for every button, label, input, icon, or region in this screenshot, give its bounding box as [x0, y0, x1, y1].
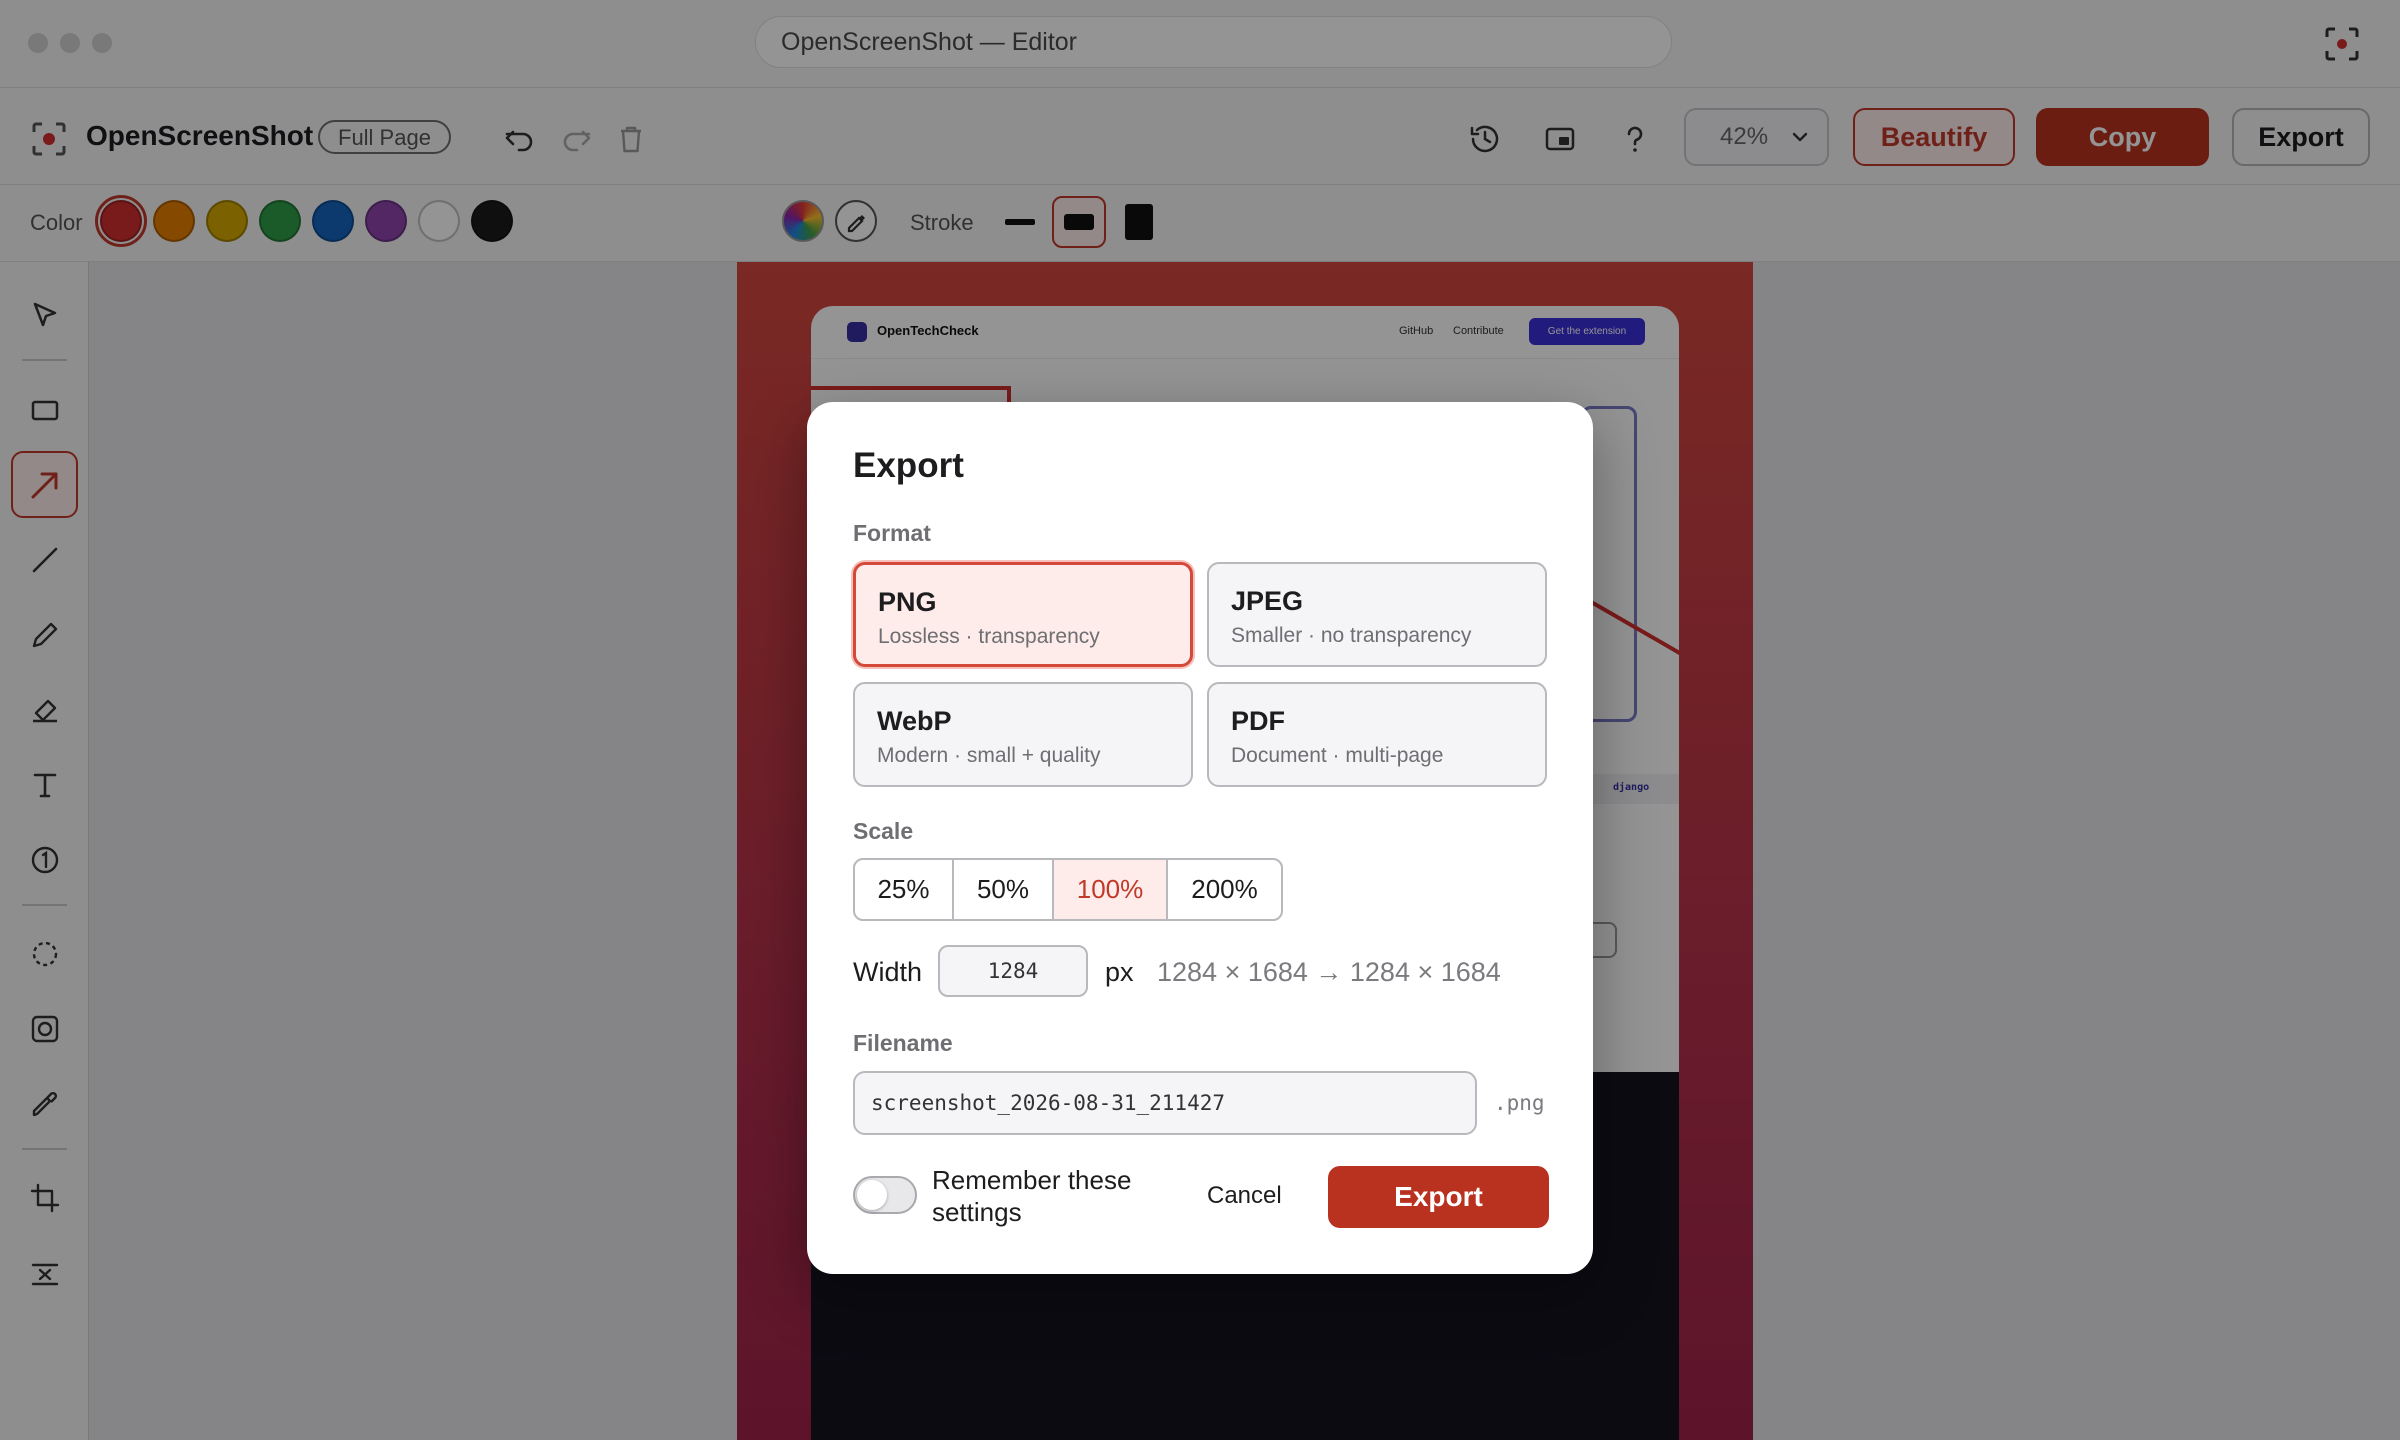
scale-option-200[interactable]: 200% — [1168, 860, 1281, 919]
format-label: Format — [853, 520, 931, 546]
format-name: WebP — [877, 706, 952, 736]
file-extension: .png — [1494, 1091, 1545, 1115]
output-dimensions: 1284 × 1684 → 1284 × 1684 — [1157, 957, 1501, 987]
dialog-title: Export — [853, 446, 964, 485]
width-input[interactable]: 1284 — [938, 945, 1088, 997]
remember-settings-toggle[interactable] — [853, 1176, 917, 1214]
format-name: JPEG — [1231, 586, 1304, 616]
format-description: Smaller · no transparency — [1231, 624, 1472, 647]
format-webp-option[interactable]: WebP Modern · small + quality — [853, 682, 1193, 787]
format-pdf-option[interactable]: PDF Document · multi-page — [1207, 682, 1547, 787]
scale-option-50[interactable]: 50% — [954, 860, 1054, 919]
filename-input[interactable]: screenshot_2026-08-31_211427 — [853, 1071, 1477, 1135]
scale-option-25[interactable]: 25% — [855, 860, 954, 919]
scale-option-100[interactable]: 100% — [1054, 860, 1168, 919]
scale-label: Scale — [853, 818, 914, 844]
format-description: Lossless · transparency — [878, 625, 1100, 648]
remember-settings-label: Remember these settings — [932, 1165, 1132, 1227]
width-unit: px — [1105, 957, 1134, 987]
cancel-button[interactable]: Cancel — [1207, 1182, 1282, 1210]
width-label: Width — [853, 957, 923, 987]
format-description: Modern · small + quality — [877, 744, 1101, 767]
format-jpeg-option[interactable]: JPEG Smaller · no transparency — [1207, 562, 1547, 667]
toggle-knob — [857, 1180, 887, 1210]
export-dialog: Export Format PNG Lossless · transparenc… — [807, 402, 1593, 1274]
format-name: PNG — [878, 587, 937, 617]
filename-label: Filename — [853, 1030, 953, 1056]
scale-segmented-control: 25% 50% 100% 200% — [853, 858, 1283, 921]
format-description: Document · multi-page — [1231, 744, 1444, 767]
format-png-option[interactable]: PNG Lossless · transparency — [853, 562, 1193, 667]
format-name: PDF — [1231, 706, 1285, 736]
export-button[interactable]: Export — [1328, 1166, 1549, 1228]
